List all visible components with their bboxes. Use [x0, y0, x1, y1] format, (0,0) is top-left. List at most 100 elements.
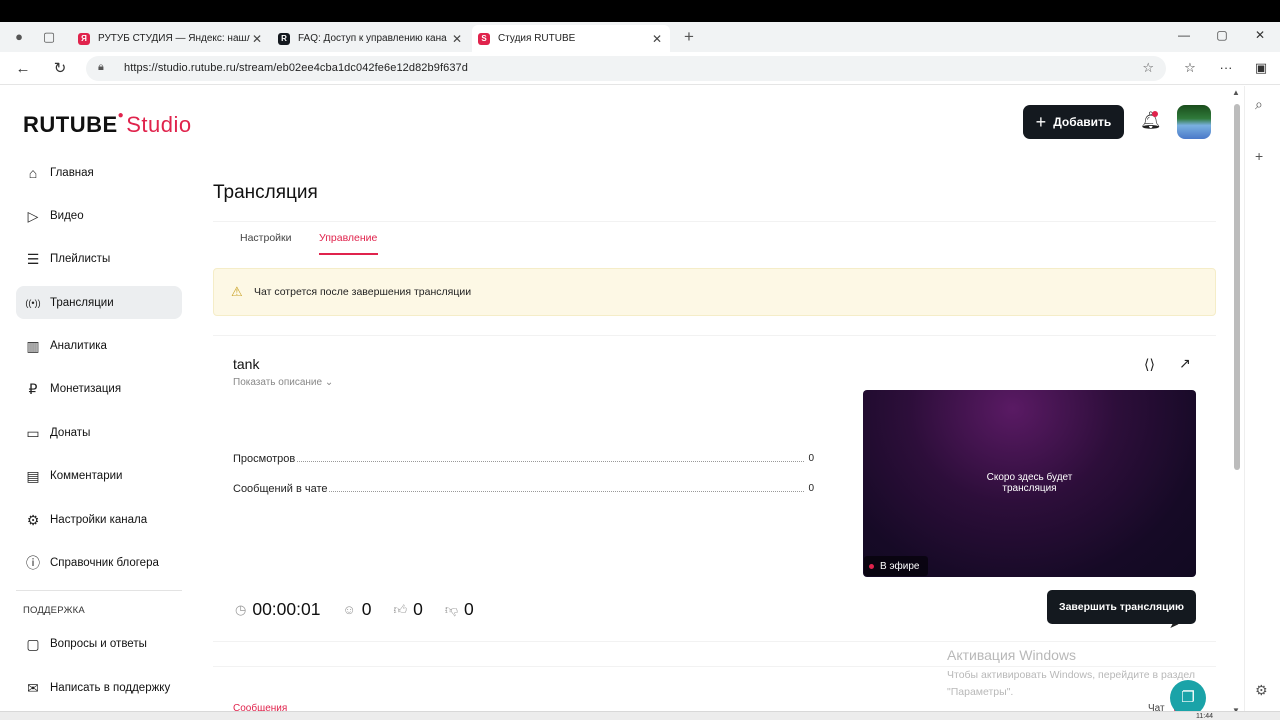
sidebar-item-channel-settings[interactable]: ⚙ Настройки канала [16, 503, 182, 536]
gear-icon[interactable]: ⚙ [1255, 682, 1268, 699]
tab-title: FAQ: Доступ к управлению кана [298, 33, 447, 44]
scroll-up-icon[interactable]: ▲ [1232, 88, 1240, 97]
sidebar-item-label: Трансляции [50, 296, 114, 309]
dislikes-count: 0 [464, 599, 474, 619]
stat-row-chat-messages: Сообщений в чате 0 [233, 483, 814, 497]
stat-label: Просмотров [233, 453, 298, 465]
sidebar-item-blogger-guide[interactable]: ⓘ Справочник блогера [16, 547, 182, 580]
sidebar-item-playlists[interactable]: ☰ Плейлисты [16, 243, 182, 276]
logo-main-text: RUTUBE [23, 112, 118, 137]
close-window-icon[interactable]: ✕ [1250, 28, 1270, 42]
plus-icon: + [1035, 111, 1047, 132]
live-label: В эфире [880, 560, 920, 572]
address-row: ← ↻ 🔒︎ https://studio.rutube.ru/stream/e… [0, 52, 1280, 85]
close-tab-icon[interactable]: ✕ [450, 32, 464, 46]
like-icon: 👍︎ [393, 601, 408, 617]
tab-title: Студия RUTUBE [498, 33, 576, 44]
add-button[interactable]: + Добавить [1023, 105, 1124, 139]
warning-icon: ⚠ [231, 284, 243, 299]
browser-tab[interactable]: Я РУТУБ СТУДИЯ — Яндекс: нашл ✕ [72, 25, 270, 52]
video-icon: ▷ [27, 207, 39, 224]
broadcast-icon: ((•)) [25, 297, 41, 308]
edge-sidebar: ⌕ + ⚙ [1244, 86, 1280, 720]
end-stream-button[interactable]: Завершить трансляцию [1047, 590, 1196, 624]
new-tab-icon[interactable]: + [680, 28, 698, 46]
sidebar-item-faq[interactable]: ▢ Вопросы и ответы [16, 628, 182, 661]
player-text-line-2: трансляция [1002, 483, 1057, 494]
sidebar-item-label: Настройки канала [50, 513, 148, 526]
favorites-icon[interactable]: ☆ [1180, 60, 1200, 76]
dislike-icon: 👎︎ [444, 601, 459, 617]
stream-tabs: Настройки Управление [213, 221, 1216, 255]
playlist-icon: ☰ [26, 251, 40, 268]
stat-row-views: Просмотров 0 [233, 453, 814, 467]
back-icon[interactable]: ← [13, 59, 33, 79]
browser-tab[interactable]: R FAQ: Доступ к управлению кана ✕ [272, 25, 470, 52]
sidebar-item-label: Главная [50, 166, 94, 179]
search-icon[interactable]: ⌕ [1255, 96, 1263, 113]
studio-page: RUTUBE●Studio + Добавить 🔔︎ ⌂ Главная ▷ Ви… [0, 86, 1230, 720]
chat-bubble-icon: ❐ [1181, 689, 1195, 706]
faq-icon: ▢ [26, 636, 40, 653]
sidebar-item-contact-support[interactable]: ✉ Написать в поддержку [16, 671, 182, 704]
studio-favicon-icon: S [478, 32, 490, 45]
tab-settings[interactable]: Настройки [240, 232, 292, 244]
sidebar-item-label: Комментарии [50, 470, 123, 483]
add-button-label: Добавить [1053, 115, 1112, 129]
profile-icon[interactable]: ● [10, 28, 28, 46]
home-icon: ⌂ [28, 164, 38, 181]
sidebar-item-label: Видео [50, 209, 84, 222]
sidebar-item-home[interactable]: ⌂ Главная [16, 156, 182, 189]
rutube-studio-logo[interactable]: RUTUBE●Studio [23, 110, 192, 138]
player-placeholder-text: Скоро здесь будет трансляция [863, 472, 1196, 494]
sidebar-item-label: Справочник блогера [50, 557, 159, 570]
sidebar-item-monetization[interactable]: ₽ Монетизация [16, 373, 182, 406]
close-tab-icon[interactable]: ✕ [250, 32, 264, 46]
sidebar-item-donations[interactable]: ▭ Донаты [16, 416, 182, 449]
close-tab-icon[interactable]: ✕ [650, 32, 664, 46]
tab-actions-icon[interactable]: ▢ [40, 28, 58, 46]
tab-management[interactable]: Управление [319, 232, 377, 244]
stat-value: 0 [804, 483, 814, 494]
rutube-favicon-icon: R [278, 32, 290, 45]
stat-value: 0 [804, 453, 814, 464]
sidebar-item-label: Вопросы и ответы [50, 638, 147, 651]
notifications-bell-icon[interactable]: 🔔︎ [1140, 111, 1162, 131]
more-menu-icon[interactable]: ··· [1216, 60, 1236, 75]
sidebar-item-label: Написать в поддержку [50, 681, 171, 694]
open-external-icon[interactable]: ↗ [1179, 355, 1191, 372]
add-sidebar-app-icon[interactable]: + [1255, 148, 1263, 164]
lock-icon: 🔒︎ [98, 61, 104, 73]
address-bar[interactable]: 🔒︎ https://studio.rutube.ru/stream/eb02e… [86, 56, 1166, 81]
page-scrollbar[interactable]: ▲ ▼ [1230, 86, 1244, 720]
sidebar-item-broadcasts[interactable]: ((•)) Трансляции [16, 286, 182, 320]
screen-top-bar [0, 0, 1280, 22]
avatar[interactable] [1177, 105, 1211, 139]
reload-icon[interactable]: ↻ [50, 59, 70, 79]
viewers-icon: ☺ [342, 602, 356, 617]
minimize-icon[interactable]: — [1174, 28, 1194, 42]
monetization-icon: ₽ [28, 381, 38, 398]
browser-tab-active[interactable]: S Студия RUTUBE ✕ [472, 25, 670, 52]
stream-name: tank [233, 356, 260, 372]
maximize-icon[interactable]: ▢ [1212, 28, 1232, 42]
gear-icon: ⚙ [26, 511, 40, 528]
tab-title: РУТУБ СТУДИЯ — Яндекс: нашл [98, 33, 250, 44]
chat-warning-banner: ⚠ Чат сотрется после завершения трансляц… [213, 268, 1216, 316]
sidebar-item-comments[interactable]: ▤ Комментарии [16, 460, 182, 493]
sidebar-toggle-icon[interactable]: ▣ [1251, 60, 1271, 76]
stream-preview-player[interactable]: Скоро здесь будет трансляция В эфире [863, 390, 1196, 577]
viewers-count: 0 [361, 599, 372, 619]
timer-group: ◷ 00:00:01 [235, 599, 320, 620]
stat-label: Сообщений в чате [233, 483, 330, 495]
url-text[interactable]: https://studio.rutube.ru/stream/eb02ee4c… [124, 62, 468, 74]
show-description-link[interactable]: Показать описание ⌄ [233, 377, 333, 388]
stat-dots [233, 461, 814, 462]
sidebar-item-analytics[interactable]: ▥ Аналитика [16, 330, 182, 363]
sidebar-item-video[interactable]: ▷ Видео [16, 199, 182, 232]
mail-icon: ✉ [27, 679, 39, 696]
share-icon[interactable]: ⟨⟩ [1144, 356, 1155, 373]
sidebar-divider [16, 589, 182, 591]
scrollbar-thumb[interactable] [1234, 104, 1240, 470]
favorite-star-icon[interactable]: ☆ [1142, 60, 1154, 76]
